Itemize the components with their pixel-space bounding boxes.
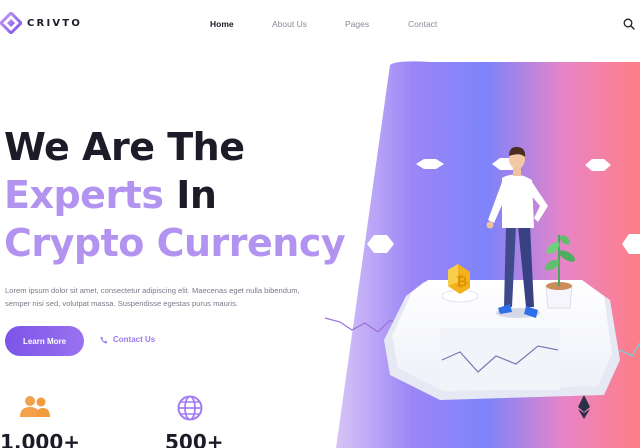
search-icon: [623, 18, 635, 30]
hero-title-in: In: [176, 173, 217, 217]
users-icon: [19, 395, 51, 424]
nav-contact[interactable]: Contact: [408, 19, 437, 29]
contact-us-label: Contact Us: [113, 335, 156, 344]
hero-title-line-3: Crypto Currency: [4, 221, 346, 265]
globe-icon: [177, 395, 203, 426]
svg-text:₿: ₿: [456, 274, 467, 290]
hero-title-line-2: Experts In: [4, 173, 217, 217]
contact-us-link[interactable]: Contact Us: [100, 335, 155, 344]
stat-users-value: 1,000+: [0, 430, 81, 448]
search-button[interactable]: [623, 17, 635, 35]
learn-more-button[interactable]: Learn More: [5, 326, 84, 356]
hero-title-highlight: Experts: [4, 173, 164, 217]
hero-title-line-1: We Are The: [4, 125, 245, 169]
stat-countries-value: 500+: [165, 430, 224, 448]
main-nav: Home About Us Pages Contact: [0, 19, 640, 31]
nav-home[interactable]: Home: [210, 19, 234, 29]
nav-about-us[interactable]: About Us: [272, 19, 307, 29]
nav-pages[interactable]: Pages: [345, 19, 369, 29]
hero-illustration: ₿: [324, 61, 640, 448]
hero-description: Lorem ipsum dolor sit amet, consectetur …: [5, 286, 300, 308]
phone-icon: [100, 336, 108, 344]
